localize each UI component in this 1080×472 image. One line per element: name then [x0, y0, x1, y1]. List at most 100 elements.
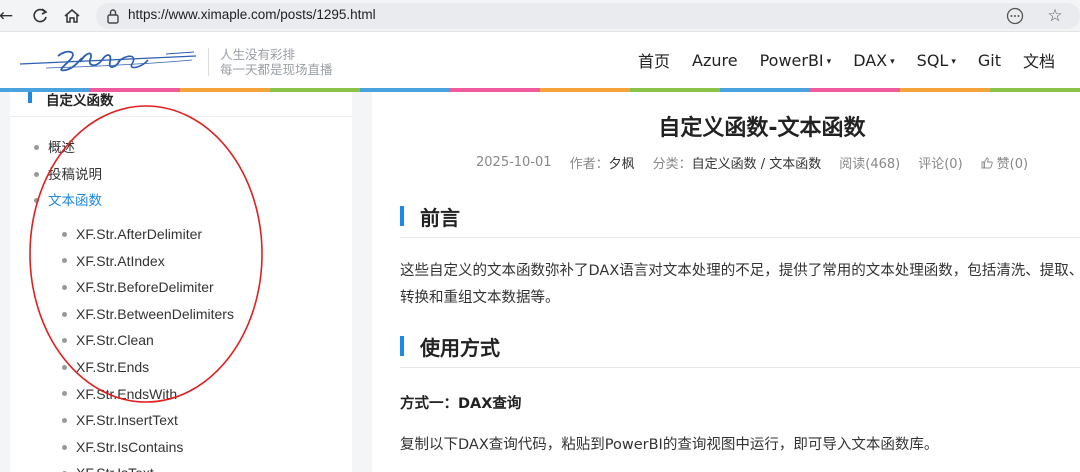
method-heading: 方式一：DAX查询 — [400, 396, 522, 412]
nav-item-label: PowerBI — [759, 50, 824, 70]
sidebar-divider — [10, 116, 352, 117]
toc-subitem[interactable]: XF.Str.InsertText — [62, 412, 178, 428]
toc-item-label: 文本函数 — [48, 193, 102, 209]
bullet-icon — [34, 171, 39, 177]
bullet-icon — [62, 311, 67, 317]
toc-subitem[interactable]: XF.Str.Ends — [62, 359, 149, 375]
toc-subitem-label: XF.Str.IsText — [76, 465, 154, 472]
bullet-icon — [62, 231, 67, 237]
toc-subitem-label: XF.Str.BeforeDelimiter — [76, 279, 214, 296]
toc-subitem-label: XF.Str.Clean — [76, 332, 154, 349]
bullet-icon — [34, 197, 39, 203]
like-button[interactable]: 赞(0) — [981, 153, 1028, 172]
site-logo[interactable] — [16, 38, 206, 82]
nav-item[interactable]: 文档 — [1023, 48, 1055, 72]
post-category: 分类：自定义函数 / 文本函数 — [653, 153, 822, 172]
section-heading: 使用方式 — [420, 336, 500, 360]
usage-paragraph: 复制以下DAX查询代码，粘贴到PowerBI的查询视图中运行，即可导入文本函数库… — [400, 437, 939, 453]
nav-item-label: Azure — [692, 50, 738, 70]
url-text: https://www.ximaple.com/posts/1295.html — [128, 7, 376, 22]
color-strip-segment — [810, 88, 900, 92]
caret-down-icon: ▾ — [826, 56, 832, 67]
caret-down-icon: ▾ — [890, 56, 895, 67]
reload-icon[interactable] — [28, 4, 52, 28]
main-nav: 首页 Azure PowerBI ▾ DAX ▾ SQL ▾ Git 文档 — [638, 32, 1077, 88]
article-meta: 2025-10-01 作者：夕枫 分类：自定义函数 / 文本函数 阅读(468)… — [476, 153, 1046, 172]
slogan-line-2: 每一天都是现场直播 — [220, 62, 333, 77]
nav-item[interactable]: Azure — [692, 51, 738, 70]
nav-item[interactable]: DAX ▾ — [853, 51, 894, 70]
color-strip-segment — [540, 88, 630, 92]
toc-subitem[interactable]: XF.Str.Clean — [62, 332, 154, 348]
browser-toolbar: ← https://www.ximaple.com/posts/1295.htm… — [0, 0, 1080, 32]
site-header: 人生没有彩排 每一天都是现场直播 首页 Azure PowerBI ▾ DAX ▾ SQL ▾… — [0, 32, 1080, 88]
intro-paragraph: 这些自定义的文本函数弥补了DAX语言对文本处理的不足，提供了常用的文本处理函数，… — [400, 258, 1080, 312]
nav-item[interactable]: SQL ▾ — [917, 51, 956, 70]
category-label: 分类： — [652, 157, 692, 172]
read-count: 阅读(468) — [839, 157, 901, 172]
favorite-star-icon[interactable]: ☆ — [1044, 5, 1066, 27]
thumbs-up-icon — [981, 157, 993, 169]
nav-item-label: 首页 — [638, 52, 671, 71]
section-heading: 前言 — [420, 206, 460, 230]
toc-item[interactable]: 概述 — [34, 136, 75, 156]
like-count: 赞(0) — [996, 157, 1029, 172]
nav-item-label: SQL — [916, 50, 949, 70]
post-author: 作者：夕枫 — [570, 153, 635, 172]
section-usage: 使用方式 — [400, 330, 1080, 368]
color-strip-segment — [630, 88, 720, 92]
sidebar-title-accent — [28, 92, 32, 103]
nav-item[interactable]: 首页 — [638, 48, 670, 72]
bullet-icon — [62, 417, 67, 423]
slogan-line-1: 人生没有彩排 — [220, 47, 296, 62]
toc-subitem[interactable]: XF.Str.EndsWith — [62, 386, 177, 402]
more-options-icon[interactable] — [1004, 5, 1026, 27]
back-icon[interactable]: ← — [0, 4, 18, 28]
toc-subitem[interactable]: XF.Str.BetweenDelimiters — [62, 306, 234, 322]
toc-subitem-label: XF.Str.AtIndex — [76, 252, 165, 269]
color-strip-segment — [900, 88, 990, 92]
lock-icon — [107, 9, 119, 24]
toc-item[interactable]: 投稿说明 — [34, 163, 102, 183]
toc-subitem[interactable]: XF.Str.AtIndex — [62, 253, 165, 269]
toc-subitem-label: XF.Str.IsContains — [76, 438, 184, 455]
toc-subitem[interactable]: XF.Str.IsContains — [62, 439, 183, 455]
sidebar-title: 自定义函数 — [46, 93, 114, 109]
toc-subitem[interactable]: XF.Str.IsText — [62, 465, 154, 472]
color-strip-segment — [360, 88, 450, 92]
color-strip-segment — [450, 88, 540, 92]
address-bar[interactable]: https://www.ximaple.com/posts/1295.html … — [96, 3, 1080, 29]
toc-item[interactable]: 文本函数 — [34, 189, 102, 209]
section-foreword: 前言 — [400, 200, 1080, 238]
bullet-icon — [34, 144, 39, 150]
bullet-icon — [62, 284, 67, 290]
author-name[interactable]: 夕枫 — [609, 157, 635, 172]
toc-subitem[interactable]: XF.Str.AfterDelimiter — [62, 226, 202, 242]
bullet-icon — [62, 338, 67, 344]
nav-item-label: 文档 — [1023, 52, 1056, 71]
section-accent-bar — [400, 206, 404, 226]
color-strip-segment — [990, 88, 1080, 92]
article-title: 自定义函数-文本函数 — [658, 116, 866, 141]
bullet-icon — [62, 258, 67, 264]
home-icon[interactable] — [60, 4, 84, 28]
intro-line-2: 转换和重组文本数据等。 — [400, 290, 560, 306]
toc-subitem-label: XF.Str.AfterDelimiter — [76, 226, 203, 242]
toc-subitem[interactable]: XF.Str.BeforeDelimiter — [62, 279, 214, 295]
post-date: 2025-10-01 — [476, 155, 552, 170]
nav-item[interactable]: Git — [978, 51, 1001, 70]
category-link[interactable]: 自定义函数 / 文本函数 — [692, 157, 822, 172]
author-label: 作者： — [569, 157, 609, 172]
intro-line-1: 这些自定义的文本函数弥补了DAX语言对文本处理的不足，提供了常用的文本处理函数，… — [400, 263, 1080, 279]
site-slogan: 人生没有彩排 每一天都是现场直播 — [220, 47, 333, 77]
slogan-divider — [208, 48, 209, 76]
section-accent-bar — [400, 336, 404, 356]
toc-subitem-label: XF.Str.Ends — [76, 359, 150, 375]
toc-subitem-label: XF.Str.BetweenDelimiters — [76, 305, 234, 322]
toc-item-label: 概述 — [48, 140, 75, 156]
nav-item-label: DAX — [853, 50, 888, 70]
comment-count[interactable]: 评论(0) — [918, 153, 962, 172]
color-strip-segment — [720, 88, 810, 92]
nav-item[interactable]: PowerBI ▾ — [760, 51, 832, 70]
caret-down-icon: ▾ — [951, 56, 956, 67]
